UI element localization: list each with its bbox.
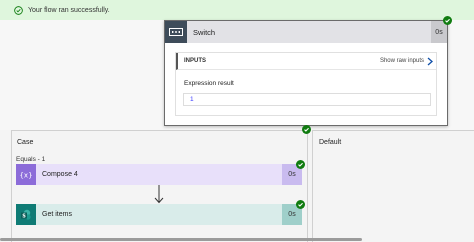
banner-message: Your flow ran successfully.	[28, 6, 110, 14]
compose-4-label: Compose 4	[42, 171, 78, 178]
expression-result-value: 1	[183, 93, 431, 106]
success-check-icon	[14, 5, 23, 15]
expression-result-label: Expression result	[184, 80, 234, 87]
get-items-success-check-icon	[296, 200, 305, 209]
switch-title: Switch	[193, 27, 216, 37]
inputs-header: INPUTS Show raw inputs	[176, 53, 436, 70]
switch-success-check-icon	[443, 16, 452, 25]
svg-text:{x}: {x}	[20, 171, 32, 179]
inputs-panel: INPUTS Show raw inputs Expression result…	[175, 52, 437, 116]
connector-arrow-icon	[154, 185, 164, 204]
svg-text:S: S	[22, 213, 26, 219]
switch-icon	[165, 21, 187, 43]
inputs-label: INPUTS	[184, 58, 207, 64]
chevron-right-icon[interactable]	[427, 57, 433, 66]
default-branch: Default	[312, 130, 474, 242]
case-equals-label: Equals - 1	[16, 156, 46, 163]
show-raw-inputs-link[interactable]: Show raw inputs	[380, 58, 424, 64]
success-banner: Your flow ran successfully.	[0, 0, 474, 20]
compose-success-check-icon	[296, 160, 305, 169]
compose-4-action[interactable]: {x} Compose 4 0s	[16, 164, 302, 185]
get-items-label: Get items	[42, 211, 72, 218]
case-label: Case	[17, 139, 34, 146]
default-label: Default	[319, 139, 342, 146]
get-items-action[interactable]: S Get items 0s	[16, 204, 302, 225]
switch-action-card[interactable]: Switch 0s INPUTS Show raw inputs Express…	[164, 20, 448, 126]
horizontal-scrollbar[interactable]	[0, 238, 362, 241]
case-success-check-icon	[302, 125, 311, 134]
switch-header[interactable]: Switch 0s	[165, 21, 447, 43]
compose-icon: {x}	[16, 164, 36, 185]
sharepoint-icon: S	[16, 204, 36, 225]
